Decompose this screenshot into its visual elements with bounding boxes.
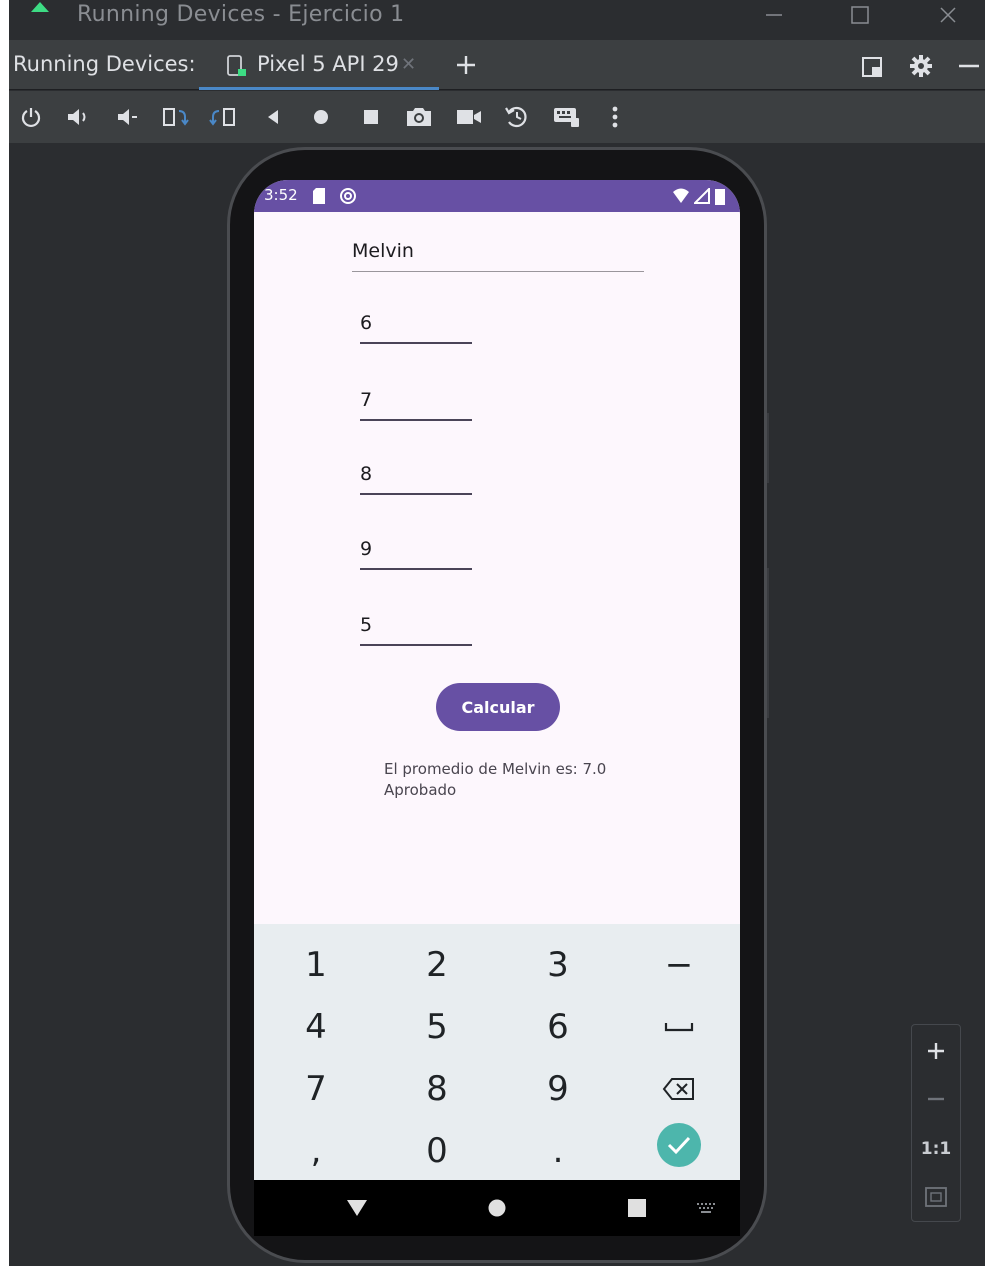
emulator-toolbar xyxy=(9,91,985,143)
key-9[interactable]: 9 xyxy=(498,1058,618,1120)
device-icon xyxy=(227,55,246,76)
done-icon xyxy=(657,1123,701,1167)
volume-down-icon[interactable] xyxy=(113,103,141,131)
grade-input-1[interactable]: 6 xyxy=(360,304,472,344)
key-4[interactable]: 4 xyxy=(256,996,376,1058)
nav-keyboard-switch-icon[interactable] xyxy=(694,1198,718,1218)
zoom-controls: 1:1 xyxy=(911,1024,961,1222)
name-input[interactable]: Melvin xyxy=(352,230,644,272)
camera-icon[interactable] xyxy=(405,103,433,131)
battery-icon xyxy=(715,189,725,205)
gear-icon[interactable] xyxy=(907,52,935,80)
status-time: 3:52 xyxy=(264,186,298,204)
zoom-in-icon[interactable] xyxy=(912,1029,960,1073)
tab-pixel-5-api-29[interactable]: Pixel 5 API 29 ✕ xyxy=(199,40,439,90)
screen-record-icon[interactable] xyxy=(455,103,483,131)
sd-card-icon xyxy=(313,188,325,204)
calcular-button[interactable]: Calcular xyxy=(436,683,560,731)
nav-back-icon[interactable] xyxy=(344,1196,370,1220)
keyboard-icon[interactable] xyxy=(553,103,581,131)
grade-value-4: 9 xyxy=(360,538,373,560)
rotate-left-icon[interactable] xyxy=(161,103,189,131)
home-icon[interactable] xyxy=(307,103,335,131)
grade-value-2: 7 xyxy=(360,389,373,411)
key-2[interactable]: 2 xyxy=(377,934,497,996)
zoom-fit-icon[interactable] xyxy=(912,1175,960,1219)
phone-frame: 3:52 Melvin 6 7 8 9 5 Calcular El promed… xyxy=(227,147,767,1263)
nav-home-icon[interactable] xyxy=(484,1196,510,1220)
running-devices-label: Running Devices: xyxy=(13,52,196,76)
result-status-text: Aprobado xyxy=(384,781,457,799)
wifi-icon xyxy=(673,188,689,203)
grade-value-1: 6 xyxy=(360,312,373,334)
zoom-out-icon[interactable] xyxy=(912,1077,960,1121)
grade-input-5[interactable]: 5 xyxy=(360,606,472,646)
minimize-button[interactable] xyxy=(751,0,797,30)
rotate-right-icon[interactable] xyxy=(209,103,237,131)
signal-icon xyxy=(694,188,710,204)
key-1[interactable]: 1 xyxy=(256,934,376,996)
grade-input-3[interactable]: 8 xyxy=(360,455,472,495)
android-status-bar: 3:52 xyxy=(254,180,740,212)
space-icon xyxy=(664,1023,694,1032)
power-icon[interactable] xyxy=(17,103,45,131)
key-space[interactable] xyxy=(619,996,739,1058)
key-backspace[interactable] xyxy=(619,1058,739,1120)
grade-value-3: 8 xyxy=(360,463,373,485)
android-studio-logo xyxy=(31,2,49,12)
title-bar: Running Devices - Ejercicio 1 xyxy=(9,0,985,38)
nav-recents-icon[interactable] xyxy=(624,1196,650,1220)
ide-window: Running Devices - Ejercicio 1 Running De… xyxy=(9,0,985,1266)
at-sign-icon xyxy=(340,188,356,204)
add-device-icon[interactable] xyxy=(453,52,479,78)
key-7[interactable]: 7 xyxy=(256,1058,376,1120)
running-devices-tab-bar: Running Devices: Pixel 5 API 29 ✕ xyxy=(9,40,985,90)
grade-value-5: 5 xyxy=(360,614,373,636)
numeric-keyboard: 1 2 3 − 4 5 6 7 8 9 , 0 . xyxy=(254,924,740,1180)
grade-input-2[interactable]: 7 xyxy=(360,381,472,421)
key-minus[interactable]: − xyxy=(619,934,739,996)
name-input-value: Melvin xyxy=(352,240,414,262)
maximize-button[interactable] xyxy=(837,0,883,30)
close-tab-icon[interactable]: ✕ xyxy=(401,54,416,75)
android-nav-bar xyxy=(254,1180,740,1236)
key-6[interactable]: 6 xyxy=(498,996,618,1058)
hide-panel-icon[interactable] xyxy=(955,52,983,80)
key-comma[interactable]: , xyxy=(256,1120,376,1180)
volume-up-icon[interactable] xyxy=(65,103,93,131)
backspace-icon xyxy=(662,1078,694,1100)
more-options-icon[interactable] xyxy=(601,103,629,131)
key-8[interactable]: 8 xyxy=(377,1058,497,1120)
back-icon[interactable] xyxy=(259,103,287,131)
tab-label: Pixel 5 API 29 xyxy=(257,52,399,76)
overview-icon[interactable] xyxy=(357,103,385,131)
key-3[interactable]: 3 xyxy=(498,934,618,996)
zoom-actual-size-button[interactable]: 1:1 xyxy=(912,1127,960,1171)
layout-icon[interactable] xyxy=(859,54,885,80)
key-period[interactable]: . xyxy=(498,1120,618,1180)
window-title: Running Devices - Ejercicio 1 xyxy=(77,2,405,27)
phone-screen: 3:52 Melvin 6 7 8 9 5 Calcular El promed… xyxy=(254,180,740,1180)
device-display-area: 3:52 Melvin 6 7 8 9 5 Calcular El promed… xyxy=(9,143,985,1266)
grade-input-4[interactable]: 9 xyxy=(360,530,472,570)
result-average-text: El promedio de Melvin es: 7.0 xyxy=(384,760,607,778)
key-5[interactable]: 5 xyxy=(377,996,497,1058)
close-window-button[interactable] xyxy=(925,0,971,30)
key-0[interactable]: 0 xyxy=(377,1120,497,1180)
snapshot-icon[interactable] xyxy=(503,103,531,131)
key-done[interactable] xyxy=(619,1114,739,1176)
active-tab-indicator xyxy=(199,87,439,90)
